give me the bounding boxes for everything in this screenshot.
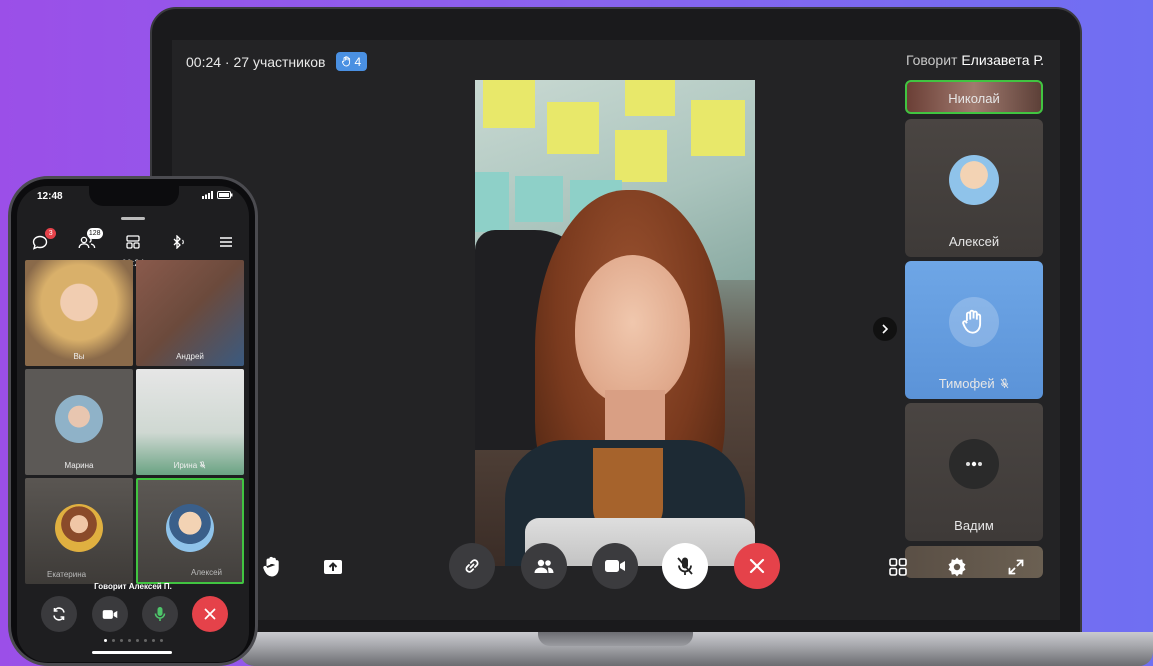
main-speaker-video[interactable] [475, 80, 755, 566]
speaking-name: Елизавета Р. [961, 52, 1044, 68]
participant-tile-timofey[interactable]: Тимофей [905, 261, 1043, 399]
participant-name: Вадим [954, 518, 994, 533]
link-icon [465, 559, 479, 573]
copy-link-button[interactable] [449, 543, 495, 589]
phone-toolbar: 3 128 [17, 228, 249, 254]
participant-tile-marina[interactable]: Марина [25, 369, 133, 475]
home-indicator[interactable] [92, 651, 172, 654]
settings-button[interactable] [944, 554, 970, 580]
participant-tile-vadim[interactable]: Вадим [905, 403, 1043, 541]
participants-button[interactable]: 128 [75, 228, 103, 253]
participants-badge: 128 [86, 228, 103, 239]
participant-name: Марина [64, 461, 94, 470]
microphone-icon [154, 607, 166, 621]
switch-camera-icon [53, 607, 65, 621]
fullscreen-icon [1008, 559, 1024, 575]
participant-name: Николай [948, 91, 1000, 106]
grid-layout-icon [889, 558, 907, 576]
camera-icon [102, 609, 118, 619]
hand-icon [962, 309, 982, 334]
layout-icon [126, 235, 140, 249]
avatar [55, 504, 103, 552]
grid-layout-button[interactable] [885, 554, 911, 580]
avatar [55, 395, 103, 443]
participant-name: Ирина [173, 461, 198, 470]
participant-name: Алексей [191, 568, 222, 577]
phone-call-screen: 12:48 3 128 00:24 Вы Андрей Марина Ирина… [17, 186, 249, 662]
participant-tile-irina[interactable]: Ирина [136, 369, 244, 475]
gear-icon [948, 557, 966, 577]
raised-hands-badge[interactable]: 4 [335, 52, 368, 71]
battery-icon [217, 191, 233, 199]
participant-name: Екатерина [47, 570, 87, 579]
mic-off-icon [677, 557, 693, 575]
participant-tile-andrey[interactable]: Андрей [136, 260, 244, 366]
page-indicator [17, 639, 249, 642]
end-call-button[interactable] [734, 543, 780, 589]
speaking-prefix: Говорит [905, 52, 958, 68]
close-icon [204, 608, 216, 620]
active-speaker-label: Говорит Елизавета Р. [906, 52, 1044, 68]
camera-button[interactable] [92, 596, 128, 632]
call-info: 00:24 · 27 участников 4 [186, 52, 368, 71]
switch-camera-button[interactable] [41, 596, 77, 632]
menu-button[interactable] [214, 231, 238, 253]
more-dots-icon [966, 461, 982, 467]
hand-icon [341, 56, 350, 67]
chevron-right-icon [882, 324, 889, 334]
close-icon [749, 558, 765, 574]
raised-hands-count: 4 [354, 54, 362, 69]
participant-tile-self[interactable]: Вы [25, 260, 133, 366]
hamburger-menu-icon [219, 237, 232, 247]
signal-icon [202, 191, 214, 199]
sheet-grabber[interactable] [121, 217, 145, 220]
bluetooth-icon [173, 235, 185, 249]
laptop-call-screen: 00:24 · 27 участников 4 Говорит Елизавет… [172, 40, 1060, 620]
share-screen-button[interactable] [320, 554, 346, 580]
share-screen-icon [324, 560, 342, 574]
participant-name: Тимофей [938, 376, 995, 391]
participants-icon [534, 559, 554, 573]
phone-notch [89, 186, 179, 206]
fullscreen-button[interactable] [1003, 554, 1029, 580]
laptop-hinge-notch [538, 632, 693, 646]
status-time: 12:48 [37, 191, 63, 202]
status-icons [202, 191, 233, 201]
avatar [949, 155, 999, 205]
call-timer-participants: 00:24 · 27 участников [186, 53, 326, 70]
participant-name-row: Тимофей [905, 376, 1043, 391]
participants-button[interactable] [521, 543, 567, 589]
audio-output-button[interactable] [167, 231, 191, 253]
participant-name: Алексей [948, 234, 1000, 249]
participant-tile-aleksey[interactable]: Алексей [905, 119, 1043, 257]
avatar [949, 439, 999, 489]
active-speaker-label: Говорит Алексей П. [94, 582, 172, 591]
camera-button[interactable] [592, 543, 638, 589]
participant-tile-aleksey[interactable]: Алексей [136, 478, 244, 584]
participant-tile-ekaterina[interactable]: Екатерина [25, 478, 133, 584]
chat-badge: 3 [45, 228, 57, 239]
camera-icon [605, 560, 625, 572]
end-call-button[interactable] [192, 596, 228, 632]
microphone-button[interactable] [142, 596, 178, 632]
participant-name: Андрей [176, 352, 204, 361]
mic-off-icon [1000, 378, 1009, 389]
avatar [949, 297, 999, 347]
layout-button[interactable] [121, 231, 145, 253]
next-page-button[interactable] [873, 317, 897, 341]
participant-name-row: Ирина [136, 461, 244, 470]
chat-button[interactable]: 3 [28, 228, 57, 253]
participant-name: Вы [73, 352, 85, 361]
participant-tile-nikolai[interactable]: Николай [905, 80, 1043, 114]
avatar [166, 504, 214, 552]
mic-off-icon [200, 461, 206, 469]
raise-hand-button[interactable] [260, 554, 286, 580]
hand-icon [263, 556, 279, 577]
microphone-button[interactable] [662, 543, 708, 589]
laptop-base [240, 632, 1153, 666]
